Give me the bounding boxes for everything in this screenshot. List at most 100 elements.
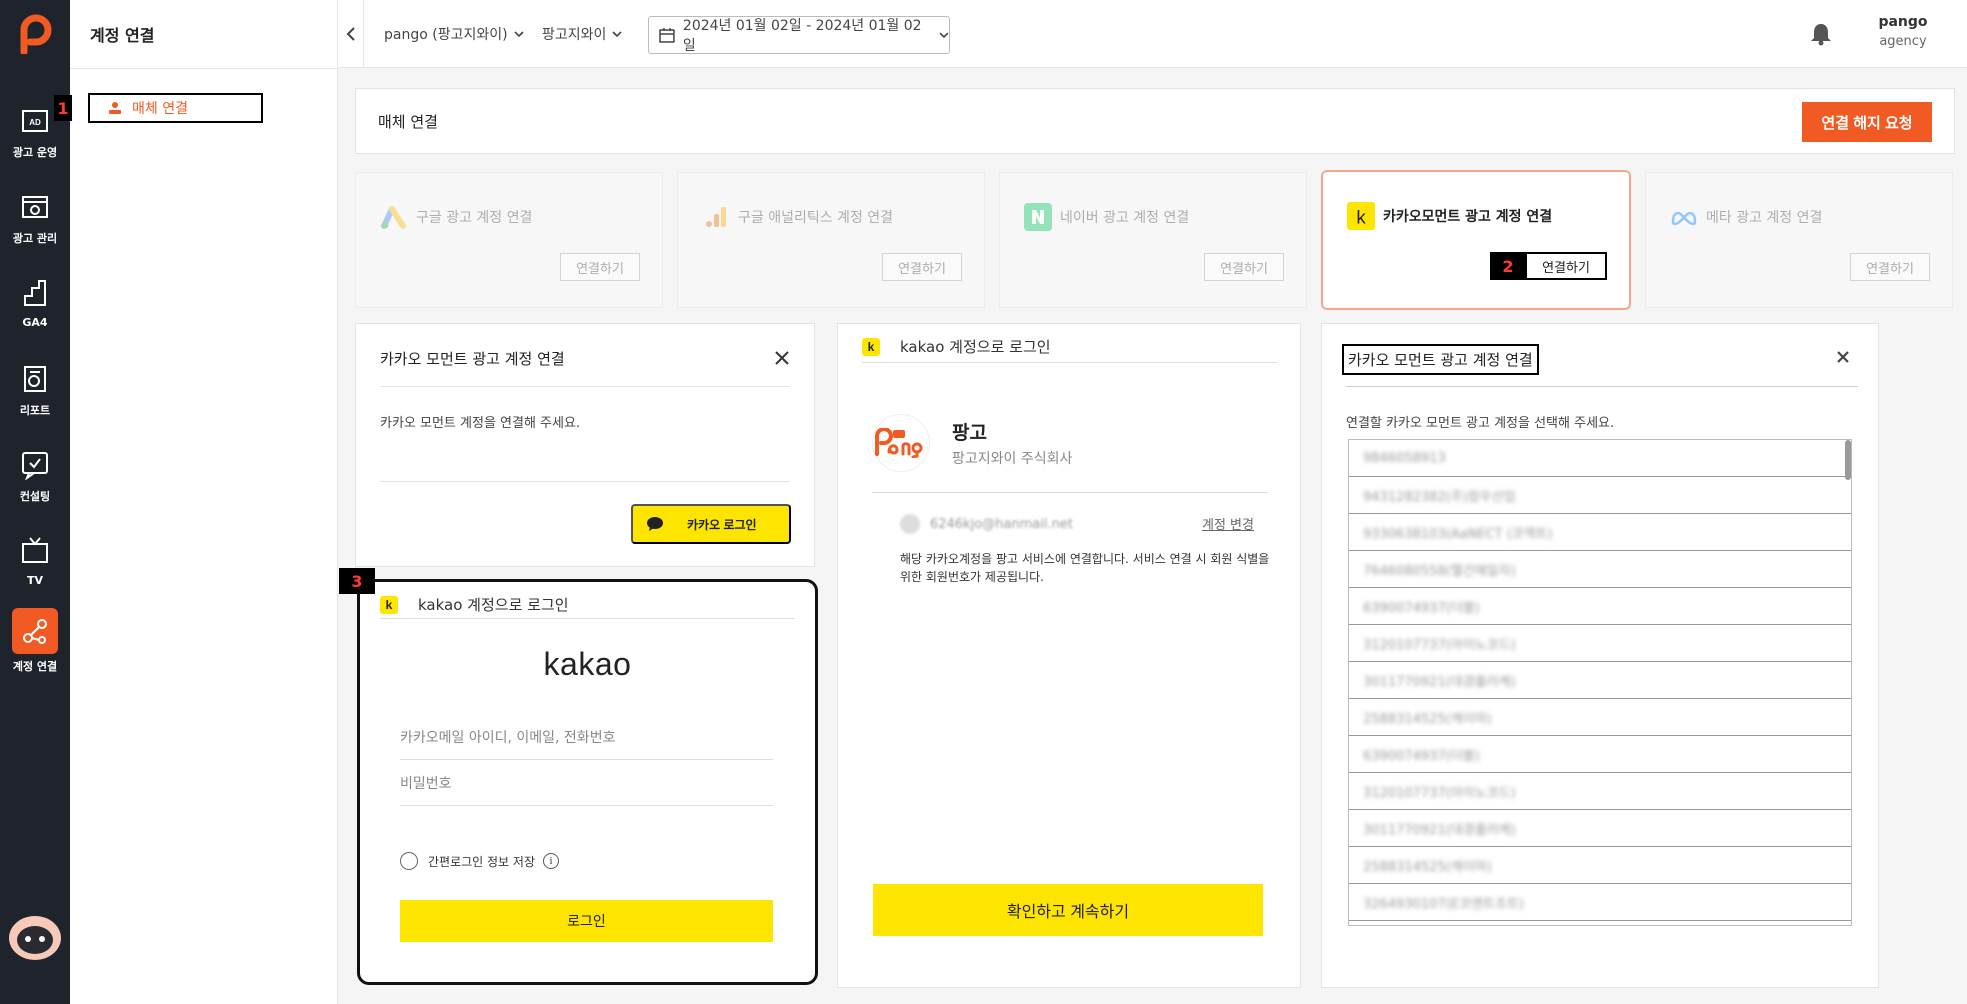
date-range-value: 2024년 01월 02일 - 2024년 01월 02일 [682, 18, 922, 54]
connect-button[interactable]: 연결하기 [560, 253, 640, 281]
consulting-icon [22, 452, 48, 480]
rail-item-account-link[interactable]: 계정 연결 [0, 608, 70, 688]
collapse-button[interactable] [338, 0, 364, 68]
rail-label: 광고 운영 [12, 146, 58, 159]
list-item[interactable]: 2588314525(캐이마) [1349, 847, 1851, 884]
media-card-title: 구글 광고 계정 연결 [416, 210, 533, 226]
pango-logo-icon[interactable] [18, 14, 52, 54]
save-login-radio[interactable] [400, 852, 418, 870]
speech-bubble-icon [647, 517, 663, 531]
user-role: agency [1879, 34, 1927, 49]
user-name: pango [1878, 14, 1928, 30]
kakao-id-input[interactable] [400, 716, 773, 760]
kakao-connect-button[interactable]: 연결하기 [1525, 252, 1607, 280]
date-range-picker[interactable]: 2024년 01월 02일 - 2024년 01월 02일 [648, 16, 950, 54]
rail-item-report[interactable]: 리포트 [0, 356, 70, 436]
media-card-google-ads: 구글 광고 계정 연결 연결하기 [355, 172, 663, 308]
account-label: 3120107737(아이노코드) [1363, 637, 1516, 653]
submenu-item-label: 매체 연결 [132, 101, 188, 117]
save-login-label: 간편로그인 정보 저장 [428, 854, 535, 869]
kakao-consent-panel: k kakao 계정으로 로그인 팡고 팡고지와이 주식회사 6246kjo@h… [837, 323, 1301, 988]
submenu-item-media-link[interactable]: 매체 연결 [88, 93, 263, 123]
kakao-submit-login-button[interactable]: 로그인 [400, 900, 773, 942]
chevron-down-icon [612, 31, 622, 38]
save-login-option[interactable]: 간편로그인 정보 저장 i [400, 852, 559, 870]
kakao-password-input[interactable] [400, 762, 773, 806]
left-rail: AD 광고 운영 광고 관리 GA4 리포트 컨설팅 TV 계정 연결 [0, 0, 70, 1004]
rail-item-ga4[interactable]: GA4 [0, 270, 70, 350]
connect-button[interactable]: 연결하기 [1850, 253, 1930, 281]
advertiser-select[interactable]: pango (팡고지와이) [384, 24, 524, 44]
user-menu[interactable]: pango agency [1868, 14, 1938, 49]
media-card-google-analytics: 구글 애널리틱스 계정 연결 연결하기 [677, 172, 985, 308]
connect-button[interactable]: 연결하기 [1204, 253, 1284, 281]
kakao-login-header: k kakao 계정으로 로그인 [380, 594, 569, 615]
disconnect-request-button[interactable]: 연결 해지 요청 [1802, 102, 1932, 142]
rail-label: 계정 연결 [12, 660, 58, 673]
svg-text:k: k [1356, 206, 1366, 227]
list-item[interactable]: 3264930107(E코엔트조트) [1349, 884, 1851, 921]
svg-text:AD: AD [29, 118, 41, 127]
scrollbar[interactable] [1845, 440, 1851, 480]
media-card-naver: 네이버 광고 계정 연결 연결하기 [999, 172, 1307, 308]
rail-item-ad-manage[interactable]: 광고 관리 [0, 184, 70, 264]
notification-bell-icon[interactable] [1810, 22, 1832, 46]
account-link-icon [23, 619, 47, 644]
list-item[interactable]: 7646080558(헬건매일자) [1349, 551, 1851, 588]
kakao-icon: k [862, 337, 880, 356]
divider [862, 362, 1277, 363]
submenu-panel: 계정 연결 매체 연결 [70, 0, 338, 1004]
rail-item-tv[interactable]: TV [0, 528, 70, 608]
media-card-kakao: k 카카오모먼트 광고 계정 연결 연결하기 [1321, 170, 1631, 310]
kakao-login-panel: k kakao 계정으로 로그인 kakao 간편로그인 정보 저장 i 로그인 [357, 579, 818, 985]
rail-item-consulting[interactable]: 컨설팅 [0, 442, 70, 522]
account-label: 2588314525(캐이마) [1363, 711, 1492, 727]
ad-settings-icon [22, 196, 48, 218]
ga4-chart-icon [24, 280, 46, 306]
account-value: 팡고지와이 [542, 27, 607, 43]
connect-button[interactable]: 연결하기 [882, 253, 962, 281]
account-label: 3011770921(대경플러케) [1363, 822, 1516, 838]
list-item[interactable]: 3120107737(아이노코드) [1349, 625, 1851, 662]
user-pin-icon [109, 102, 121, 114]
account-label: 3011770921(대경플러케) [1363, 674, 1516, 690]
step-badge-3: 3 [339, 568, 375, 594]
google-ads-icon [380, 203, 408, 231]
close-icon[interactable] [774, 350, 790, 366]
calendar-icon [659, 28, 675, 43]
panel-title: 카카오 모먼트 광고 계정 연결 [1342, 344, 1539, 375]
change-account-link[interactable]: 계정 변경 [1202, 514, 1254, 533]
list-item[interactable]: 6390074937(더블) [1349, 736, 1851, 773]
divider [872, 492, 1268, 493]
account-label: 3120107737(아이노코드) [1363, 785, 1516, 801]
step-badge-2: 2 [1490, 252, 1526, 280]
list-item[interactable]: 9846058913 [1349, 440, 1851, 477]
list-item[interactable]: 3120107737(아이노코드) [1349, 773, 1851, 810]
info-icon[interactable]: i [543, 853, 559, 869]
panel-title: 카카오 모먼트 광고 계정 연결 [380, 350, 565, 368]
page-header-card: 매체 연결 연결 해지 요청 [355, 88, 1955, 154]
account-select[interactable]: 팡고지와이 [542, 24, 622, 44]
list-item[interactable]: 2588314525(캐이마) [1349, 699, 1851, 736]
page-title: 매체 연결 [378, 113, 438, 131]
media-card-title: 카카오모먼트 광고 계정 연결 [1383, 209, 1553, 225]
avatar [900, 514, 920, 534]
close-icon[interactable] [1836, 350, 1850, 364]
list-item[interactable]: 9330638103(AaNECT (코엑트) [1349, 514, 1851, 551]
list-item[interactable]: 6390074937(더블) [1349, 588, 1851, 625]
account-label: 7646080558(헬건매일자) [1363, 563, 1516, 579]
chevron-down-icon [514, 31, 524, 38]
ad-account-list[interactable]: 9846058913 9431282382(주)참우산업 9330638103(Aa… [1348, 439, 1852, 926]
ad-icon: AD [22, 110, 48, 132]
chatbot-icon[interactable] [6, 912, 64, 962]
pango-service-logo [872, 414, 930, 472]
service-company: 팡고지와이 주식회사 [952, 451, 1073, 467]
confirm-continue-button[interactable]: 확인하고 계속하기 [873, 884, 1263, 936]
list-item[interactable]: 3011770921(대경플러케) [1349, 662, 1851, 699]
list-item[interactable]: 9431282382(주)참우산업 [1349, 477, 1851, 514]
kakao-login-button[interactable]: 카카오 로그인 [631, 504, 791, 544]
list-item[interactable]: 3011770921(대경플러케) [1349, 810, 1851, 847]
rail-label: TV [26, 574, 44, 587]
rail-label: 리포트 [19, 404, 51, 417]
kakao-connect-panel: 카카오 모먼트 광고 계정 연결 카카오 모먼트 계정을 연결해 주세요. 카카… [355, 323, 815, 567]
